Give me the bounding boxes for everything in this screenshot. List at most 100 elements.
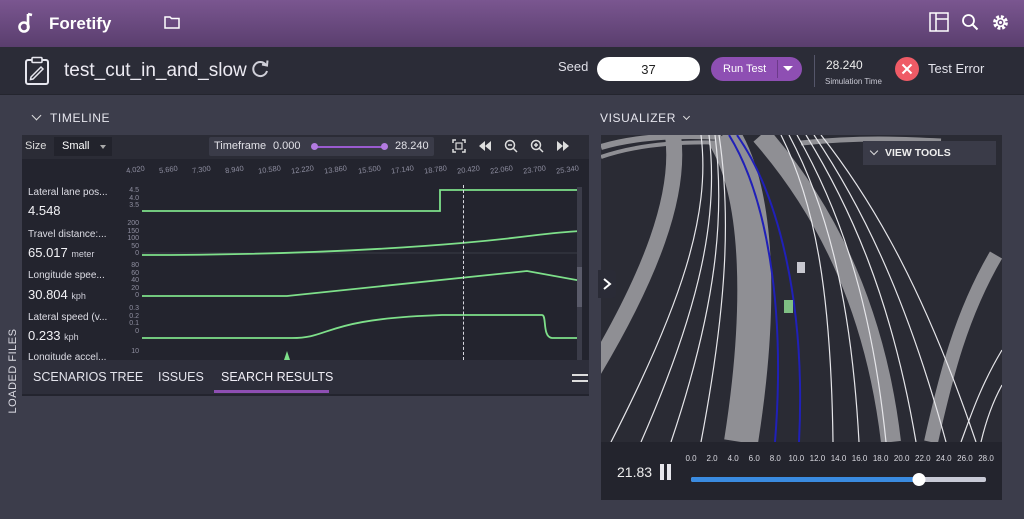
timeline-tick-label: 18.780 bbox=[423, 163, 448, 176]
signal-label: Travel distance:... bbox=[28, 229, 107, 240]
zoom-in-icon[interactable] bbox=[530, 139, 544, 153]
test-status: Test Error bbox=[928, 61, 985, 76]
scenario-header: test_cut_in_and_slow Seed Run Test 28.24… bbox=[0, 47, 1024, 95]
vehicle-ego[interactable] bbox=[784, 300, 793, 313]
gear-icon[interactable] bbox=[991, 13, 1010, 32]
playback-tick-label: 16.0 bbox=[851, 454, 868, 463]
run-test-button[interactable]: Run Test bbox=[711, 57, 802, 81]
timeline-scrollbar[interactable] bbox=[577, 187, 582, 362]
y-ticks: 0.3 0.2 0.1 0 bbox=[129, 305, 139, 335]
timeline-tick-label: 8.940 bbox=[224, 163, 245, 176]
timeframe-end-handle[interactable] bbox=[381, 143, 388, 150]
playback-tick-label: 8.0 bbox=[769, 454, 781, 463]
timeline-tick-label: 10.580 bbox=[257, 163, 282, 176]
rewind-icon[interactable] bbox=[478, 139, 492, 153]
timeline-title: TIMELINE bbox=[50, 111, 111, 125]
refresh-icon[interactable] bbox=[249, 58, 271, 80]
timeline-tick-label: 12.220 bbox=[290, 163, 315, 176]
timeline-tick-label: 5.660 bbox=[158, 163, 179, 176]
loaded-files-tab[interactable]: LOADED FILES bbox=[0, 95, 22, 519]
timeline-tick-label: 13.860 bbox=[323, 163, 348, 176]
layout-icon[interactable] bbox=[929, 12, 949, 32]
timeline-tick-label: 7.300 bbox=[191, 163, 212, 176]
visualizer-title: VISUALIZER bbox=[600, 111, 677, 125]
run-split-divider bbox=[777, 60, 778, 78]
playback-tick-label: 12.0 bbox=[809, 454, 826, 463]
search-icon[interactable] bbox=[961, 13, 979, 31]
pause-icon[interactable] bbox=[659, 464, 673, 480]
y-ticks: 80 60 40 20 0 bbox=[131, 262, 139, 299]
signal-value: 30.804 kph bbox=[28, 287, 86, 302]
timeline-tick-label: 4.020 bbox=[125, 163, 146, 176]
visualizer-canvas[interactable] bbox=[601, 135, 1002, 442]
playback-slider[interactable] bbox=[691, 473, 986, 486]
signal-label: Lateral lane pos... bbox=[28, 187, 108, 198]
timeline-axis-ticks: 4.020 5.660 7.300 8.940 10.580 12.220 13.860 15… bbox=[120, 163, 590, 177]
timeframe-control: Timeframe 0.000 28.240 bbox=[209, 137, 434, 156]
scrollbar-thumb[interactable] bbox=[577, 267, 582, 307]
playback-tick-label: 4.0 bbox=[727, 454, 739, 463]
playback-tick-label: 28.0 bbox=[978, 454, 994, 463]
zoom-out-icon[interactable] bbox=[504, 139, 518, 153]
playback-progress bbox=[691, 477, 920, 482]
road-scene bbox=[601, 135, 1002, 442]
folder-icon[interactable] bbox=[164, 15, 180, 29]
playback-tick-label: 26.0 bbox=[957, 454, 973, 463]
app-title: Foretify bbox=[49, 14, 112, 33]
timeframe-label: Timeframe bbox=[214, 140, 267, 152]
view-tools-toggle[interactable]: VIEW TOOLS bbox=[863, 141, 996, 165]
signal-value: 0.233 kph bbox=[28, 328, 79, 343]
tab-search-results[interactable]: SEARCH RESULTS bbox=[221, 370, 333, 384]
visualizer-header[interactable]: VISUALIZER bbox=[600, 111, 699, 125]
timeline-cursor[interactable] bbox=[463, 185, 464, 360]
longitude-speed-plot bbox=[142, 270, 582, 297]
y-ticks: 10 bbox=[131, 348, 139, 355]
error-icon bbox=[895, 57, 919, 81]
y-ticks: 200 150 100 50 0 bbox=[127, 220, 139, 257]
simulation-time-label: Simulation Time bbox=[825, 77, 882, 86]
current-time: 21.83 bbox=[617, 464, 653, 480]
signal-value: 4.548 bbox=[28, 203, 61, 218]
view-tools-label: VIEW TOOLS bbox=[885, 147, 951, 159]
playback-bar: 21.83 0.0 2.0 4.0 6.0 8.0 10.0 12.0 14.0 16.0 18.… bbox=[601, 442, 1002, 500]
seed-label: Seed bbox=[558, 59, 589, 74]
loaded-files-label: LOADED FILES bbox=[7, 328, 19, 414]
bottom-tabs: SCENARIOS TREE ISSUES SEARCH RESULTS bbox=[22, 360, 589, 396]
y-ticks: 4.5 4.0 3.5 bbox=[129, 187, 139, 209]
fit-icon[interactable] bbox=[452, 139, 466, 153]
fast-forward-icon[interactable] bbox=[556, 139, 570, 153]
tab-scenarios-tree[interactable]: SCENARIOS TREE bbox=[33, 370, 143, 384]
timeframe-start-handle[interactable] bbox=[311, 143, 318, 150]
size-select[interactable]: Small bbox=[54, 137, 112, 156]
chevron-right-icon bbox=[603, 278, 612, 290]
signal-label: Lateral speed (v... bbox=[28, 312, 108, 323]
vehicle-npc[interactable] bbox=[797, 262, 805, 273]
chevron-down-icon[interactable] bbox=[783, 66, 793, 71]
playback-thumb[interactable] bbox=[912, 473, 926, 486]
longitude-accel-plot bbox=[284, 351, 290, 360]
timeline-tick-label: 25.340 bbox=[555, 163, 580, 176]
timeline-tick-label: 23.700 bbox=[522, 163, 547, 176]
playback-tick-label: 0.0 bbox=[685, 454, 697, 463]
playback-tick-label: 2.0 bbox=[706, 454, 718, 463]
playback-tick-label: 24.0 bbox=[936, 454, 952, 463]
chevron-down-icon bbox=[869, 146, 879, 156]
timeline-tick-label: 20.420 bbox=[456, 163, 481, 176]
playback-tick-label: 6.0 bbox=[748, 454, 760, 463]
timeframe-start: 0.000 bbox=[273, 140, 301, 152]
menu-icon[interactable] bbox=[572, 374, 588, 382]
top-bar: Foretify bbox=[0, 0, 1024, 47]
tab-issues[interactable]: ISSUES bbox=[158, 370, 204, 384]
signal-label: Longitude spee... bbox=[28, 270, 105, 281]
timeline-header[interactable]: TIMELINE bbox=[31, 110, 111, 125]
clipboard-icon bbox=[25, 56, 49, 85]
seed-input[interactable] bbox=[597, 57, 700, 81]
timeline-toolbar: Size Small Timeframe 0.000 28.240 bbox=[22, 135, 589, 159]
expand-visualizer-button[interactable] bbox=[598, 270, 616, 298]
travel-distance-plot bbox=[142, 230, 582, 256]
timeline-tick-label: 22.060 bbox=[489, 163, 514, 176]
active-tab-indicator bbox=[214, 390, 329, 393]
scenario-name: test_cut_in_and_slow bbox=[64, 60, 247, 81]
timeframe-range-track[interactable] bbox=[314, 146, 384, 148]
signal-value: 65.017 meter bbox=[28, 245, 95, 260]
